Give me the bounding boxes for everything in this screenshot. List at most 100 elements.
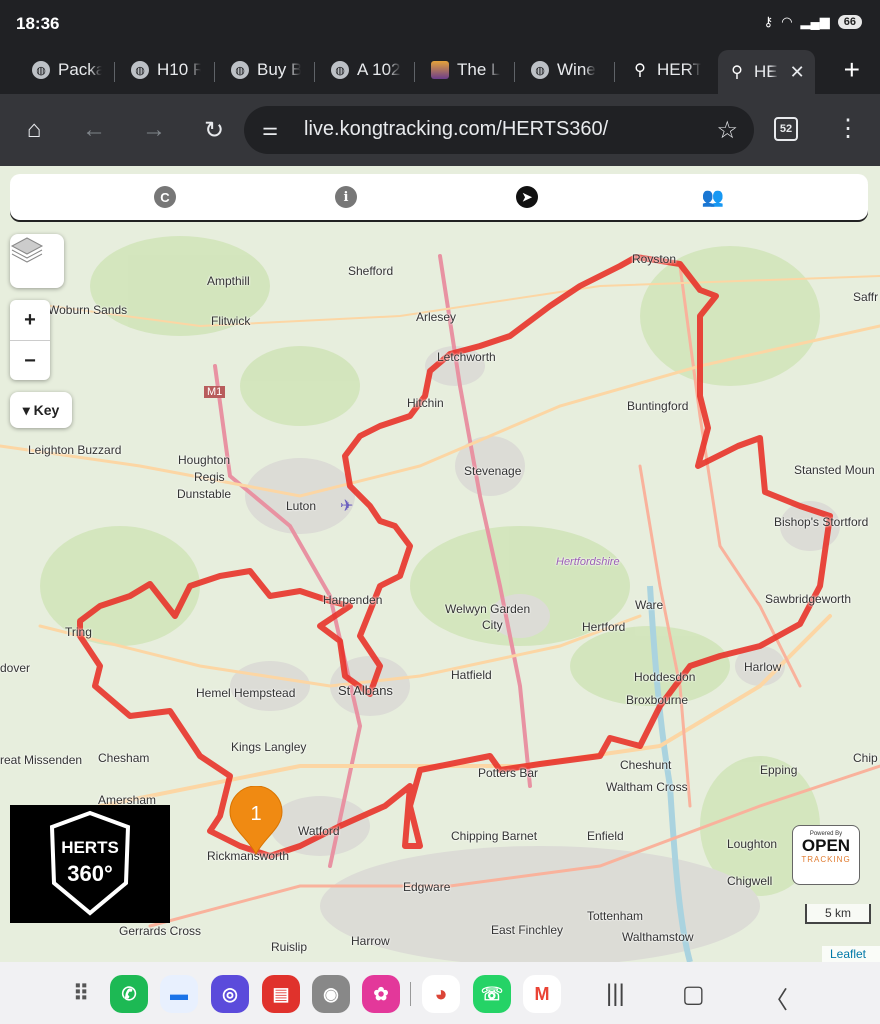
place-label: reat Missenden: [0, 753, 83, 767]
leaflet-attribution[interactable]: Leaflet: [821, 946, 880, 962]
forward-button[interactable]: →: [136, 112, 172, 148]
key-button[interactable]: ▾ Key: [10, 392, 72, 428]
map-menu-bar: C i ➤ 👥: [10, 174, 868, 220]
phone-icon[interactable]: ✆: [110, 975, 148, 1013]
place-label: Hitchin: [407, 396, 444, 410]
back-icon[interactable]: 〈: [764, 980, 788, 1015]
tab-2[interactable]: ◍ H10 R: [131, 54, 201, 86]
tab-title: Wine: [557, 60, 596, 79]
internet-icon[interactable]: ◎: [211, 975, 249, 1013]
chrome-icon[interactable]: ◕: [422, 975, 460, 1013]
tab-5[interactable]: The L: [431, 54, 500, 86]
c-icon[interactable]: C: [154, 186, 176, 208]
close-tab-icon[interactable]: ✕: [790, 62, 805, 83]
tab-7[interactable]: ⚲ HERT: [631, 54, 701, 86]
place-label: Woburn Sands: [48, 303, 128, 317]
zoom-control: + −: [10, 300, 50, 380]
globe-icon: ◍: [32, 61, 50, 79]
site-settings-icon[interactable]: ⚌: [262, 119, 278, 140]
signal-icon: ▂▄▆: [800, 14, 830, 29]
tab-title: Packa: [58, 60, 102, 79]
gmail-icon[interactable]: M: [523, 975, 561, 1013]
tab-title: Buy B: [257, 60, 301, 79]
tab-3[interactable]: ◍ Buy B: [231, 54, 301, 86]
zoom-in-button[interactable]: +: [10, 300, 50, 341]
place-label: Saffr: [853, 290, 879, 304]
place-label: Hatfield: [451, 668, 492, 682]
status-bar: 18:36 ⚷ ◠ ▂▄▆ 66: [0, 0, 880, 48]
place-label: Leighton Buzzard: [28, 443, 122, 457]
bookmark-star-icon[interactable]: ☆: [716, 116, 738, 145]
recents-icon[interactable]: |||: [606, 980, 625, 1008]
place-label: East Finchley: [491, 923, 564, 937]
layers-button[interactable]: [10, 234, 64, 288]
tab-title: The L: [457, 60, 501, 79]
tab-1[interactable]: ◍ Packa: [32, 54, 102, 86]
tab-title: HE: [754, 62, 778, 81]
place-label: Tring: [65, 625, 92, 639]
info-icon[interactable]: i: [335, 186, 357, 208]
whatsapp-icon[interactable]: ☏: [473, 975, 511, 1013]
map-view[interactable]: ✈ Royston Shefford Ampthill Woburn Sands…: [0, 166, 880, 962]
dock-divider: [410, 982, 411, 1006]
place-label: City: [482, 618, 503, 632]
place-label: Luton: [286, 499, 317, 513]
place-label: Loughton: [727, 837, 778, 851]
tab-switcher-button[interactable]: 52: [774, 117, 798, 141]
address-bar[interactable]: ⚌ live.kongtracking.com/HERTS360/ ☆: [244, 106, 754, 154]
place-label: Ruislip: [271, 940, 308, 954]
navigate-icon[interactable]: ➤: [516, 186, 538, 208]
tab-divider: [414, 62, 415, 82]
marker-number: 1: [250, 803, 261, 825]
place-label: Cheshunt: [620, 758, 672, 772]
tab-divider: [514, 62, 515, 82]
rider-marker[interactable]: 1: [226, 786, 286, 858]
tab-divider: [314, 62, 315, 82]
place-label: Flitwick: [211, 314, 251, 328]
open-tracking-logo[interactable]: Powered By OPEN TRACKING: [792, 825, 860, 885]
tab-6[interactable]: ◍ Wine: [531, 54, 596, 86]
place-label: Chesham: [98, 751, 150, 765]
status-time: 18:36: [16, 14, 60, 33]
home-icon[interactable]: ▢: [682, 980, 705, 1009]
place-label: Regis: [194, 470, 225, 484]
messages-icon[interactable]: ▬: [160, 975, 198, 1013]
home-button[interactable]: ⌂: [16, 112, 52, 148]
place-label: Royston: [632, 252, 677, 266]
place-label: Arlesey: [416, 310, 457, 324]
site-image-icon: [431, 61, 449, 79]
back-button[interactable]: ←: [76, 112, 112, 148]
place-label: Epping: [760, 763, 798, 777]
camera-icon[interactable]: ◉: [312, 975, 350, 1013]
globe-icon: ◍: [131, 61, 149, 79]
place-label: Chip: [853, 751, 878, 765]
place-label: Gerrards Cross: [119, 924, 202, 938]
place-label: Tottenham: [587, 909, 644, 923]
tab-active[interactable]: ⚲ HE ✕: [718, 50, 815, 94]
tab-4[interactable]: ◍ A 102: [331, 54, 401, 86]
place-label: Walthamstow: [622, 930, 694, 944]
place-label: Buntingford: [627, 399, 689, 413]
place-label: Dunstable: [177, 487, 232, 501]
apps-grid-icon[interactable]: ⠿: [62, 975, 100, 1013]
people-icon[interactable]: 👥: [698, 186, 728, 208]
map-pin-icon: ⚲: [634, 62, 646, 79]
new-tab-button[interactable]: +: [844, 54, 860, 86]
place-label: Shefford: [348, 264, 394, 278]
place-label: Enfield: [587, 829, 624, 843]
place-label: Ampthill: [207, 274, 250, 288]
zoom-out-button[interactable]: −: [10, 341, 50, 381]
notes-icon[interactable]: ▤: [262, 975, 300, 1013]
layers-icon: [10, 237, 44, 263]
place-label: Sawbridgeworth: [765, 592, 852, 606]
url-text[interactable]: live.kongtracking.com/HERTS360/: [304, 118, 608, 141]
place-label: Broxbourne: [626, 693, 689, 707]
gallery-icon[interactable]: ✿: [362, 975, 400, 1013]
place-label: Houghton: [178, 453, 231, 467]
menu-button[interactable]: ⋮: [836, 114, 860, 143]
reload-button[interactable]: ↻: [196, 112, 232, 148]
open-text: OPEN: [801, 836, 851, 855]
place-label: Stevenage: [464, 464, 522, 478]
map-pin-icon: ⚲: [731, 64, 743, 81]
place-label: Hertford: [582, 620, 626, 634]
